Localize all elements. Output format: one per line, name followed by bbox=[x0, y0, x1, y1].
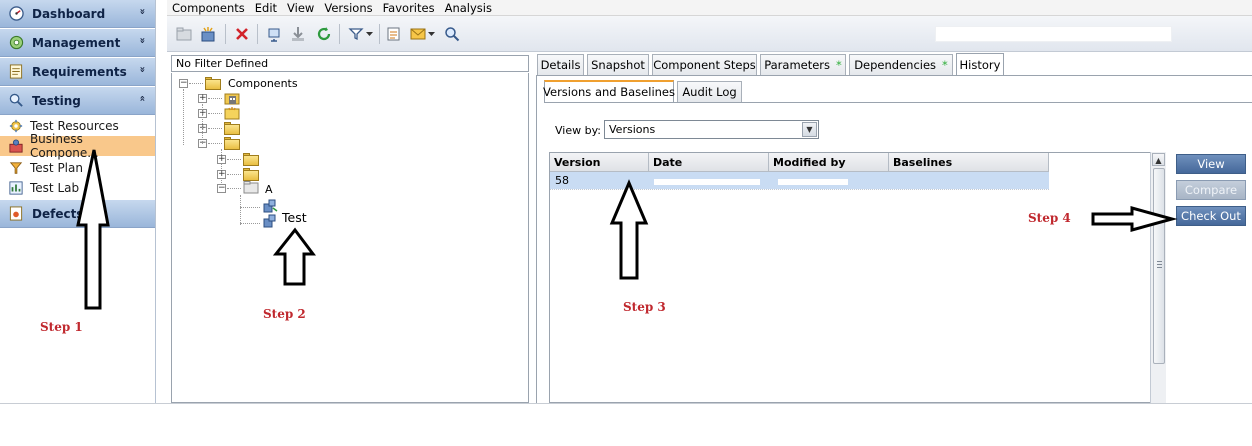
step-1-label: Step 1 bbox=[40, 320, 83, 334]
step-3-label: Step 3 bbox=[623, 300, 666, 314]
step-2-label: Step 2 bbox=[263, 307, 306, 321]
step3-arrow bbox=[609, 179, 649, 280]
step-4-label: Step 4 bbox=[1028, 211, 1071, 225]
step4-arrow bbox=[1091, 206, 1178, 232]
step1-arrow bbox=[76, 149, 110, 310]
step2-arrow bbox=[272, 227, 316, 286]
